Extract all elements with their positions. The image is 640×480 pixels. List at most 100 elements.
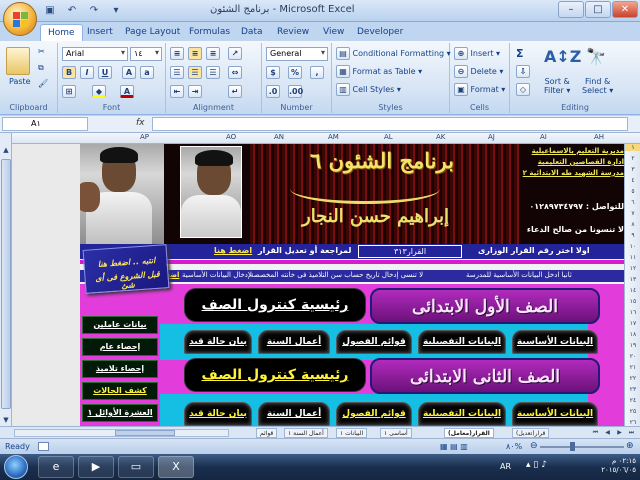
find-select-button[interactable]: Find & Select ▾ bbox=[582, 77, 613, 95]
row-header[interactable]: ٩ bbox=[625, 232, 640, 239]
scroll-down-icon[interactable]: ▼ bbox=[1, 415, 11, 425]
row-header[interactable]: ٦ bbox=[625, 199, 640, 206]
row-header[interactable]: ٢٣ bbox=[625, 386, 640, 393]
row-header[interactable]: ١٣ bbox=[625, 276, 640, 283]
maximize-button[interactable]: □ bbox=[585, 1, 611, 18]
review-decision-link[interactable]: اضغط هنا bbox=[214, 246, 252, 255]
name-box[interactable]: A١ bbox=[2, 117, 88, 131]
align-bottom-icon[interactable]: ≡ bbox=[206, 47, 220, 60]
row-header[interactable]: ١٤ bbox=[625, 287, 640, 294]
excel-taskbar-icon[interactable]: X bbox=[158, 456, 194, 478]
cases-list-button[interactable]: كشف الحالات bbox=[82, 382, 158, 400]
tab-view[interactable]: View bbox=[316, 24, 351, 41]
sort-filter-icon[interactable]: A↕Z bbox=[544, 47, 581, 66]
grade2-detailed-data-button[interactable]: البيانات التفصيلية bbox=[418, 402, 506, 426]
grade1-enrollment-button[interactable]: بيان حالة قيد bbox=[184, 330, 252, 354]
row-header[interactable]: ٥ bbox=[625, 188, 640, 195]
row-header[interactable]: ١٠ bbox=[625, 243, 640, 250]
increase-decimal-icon[interactable]: .0 bbox=[266, 85, 280, 98]
sheet-tab[interactable]: قوائم bbox=[256, 428, 278, 438]
sheet-tab[interactable]: قرار(تعديل) bbox=[512, 428, 550, 438]
underline-button[interactable]: U bbox=[98, 66, 112, 79]
top-ten-button[interactable]: العشرة الأوائل ١ bbox=[82, 404, 158, 422]
column-header[interactable]: AM bbox=[328, 133, 339, 141]
align-center-icon[interactable]: ☰ bbox=[188, 66, 202, 79]
tab-developer[interactable]: Developer bbox=[350, 24, 410, 41]
page-break-view-icon[interactable]: ▥ bbox=[460, 442, 468, 451]
row-header[interactable]: ٢٤ bbox=[625, 397, 640, 404]
column-header[interactable]: AL bbox=[384, 133, 393, 141]
font-size-select[interactable]: ١٤ bbox=[130, 47, 162, 61]
formula-input[interactable] bbox=[152, 117, 628, 131]
column-header[interactable]: AO bbox=[226, 133, 236, 141]
zoom-knob[interactable] bbox=[570, 442, 575, 451]
hscroll-thumb[interactable] bbox=[115, 430, 175, 436]
row-header[interactable]: ٢١ bbox=[625, 364, 640, 371]
column-header[interactable]: AH bbox=[594, 133, 604, 141]
worksheet[interactable]: برنامج الشئون ٦ إبراهيم حسن النجار مديري… bbox=[12, 144, 624, 426]
row-header[interactable]: ٢٠ bbox=[625, 353, 640, 360]
grade2-enrollment-button[interactable]: بيان حالة قيد bbox=[184, 402, 252, 426]
vertical-scrollbar[interactable]: ▲ ▼ bbox=[0, 133, 12, 427]
undo-icon[interactable]: ↶ bbox=[64, 3, 80, 19]
borders-icon[interactable]: ⊞ bbox=[62, 85, 76, 98]
ie-icon[interactable]: e bbox=[38, 456, 74, 478]
first-sheet-icon[interactable]: ⏮ bbox=[590, 428, 601, 438]
decision-select[interactable]: القرار٣١٣ bbox=[358, 245, 462, 258]
zoom-in-icon[interactable]: ⊕ bbox=[626, 441, 634, 451]
row-header[interactable]: ٣ bbox=[625, 166, 640, 173]
merge-center-icon[interactable]: ⇔ bbox=[228, 66, 242, 79]
redo-icon[interactable]: ↷ bbox=[86, 3, 102, 19]
row-header[interactable]: ٤ bbox=[625, 177, 640, 184]
binoculars-icon[interactable]: 🔭 bbox=[586, 47, 606, 66]
grade2-class-lists-button[interactable]: قوائم الفصول bbox=[336, 402, 412, 426]
grade1-detailed-data-button[interactable]: البيانات التفصيلية bbox=[418, 330, 506, 354]
align-middle-icon[interactable]: ≡ bbox=[188, 47, 202, 60]
grade2-basic-data-button[interactable]: البيانات الأساسية bbox=[512, 402, 598, 426]
row-header[interactable]: ٢٦ bbox=[625, 419, 640, 426]
align-top-icon[interactable]: ≡ bbox=[170, 47, 184, 60]
cut-icon[interactable]: ✂ bbox=[38, 47, 45, 56]
empty-cells[interactable] bbox=[12, 144, 80, 426]
row-header[interactable]: ١٩ bbox=[625, 342, 640, 349]
shrink-font-icon[interactable]: a bbox=[140, 66, 154, 79]
grade1-basic-data-button[interactable]: البيانات الأساسية bbox=[512, 330, 598, 354]
row-header[interactable]: ٨ bbox=[625, 221, 640, 228]
last-sheet-icon[interactable]: ⏭ bbox=[626, 428, 637, 438]
scroll-thumb[interactable] bbox=[1, 159, 11, 409]
zoom-out-icon[interactable]: ⊖ bbox=[530, 441, 538, 451]
italic-button[interactable]: I bbox=[80, 66, 94, 79]
sheet-tab-active[interactable]: القرار(معامل) bbox=[444, 428, 494, 438]
delete-button[interactable]: Delete bbox=[471, 67, 497, 76]
conditional-formatting-button[interactable]: Conditional Formatting bbox=[353, 49, 445, 58]
zoom-slider[interactable] bbox=[540, 442, 624, 451]
row-header[interactable]: ١١ bbox=[625, 254, 640, 261]
paste-button[interactable]: Paste bbox=[9, 77, 31, 86]
customize-qat-icon[interactable]: ▾ bbox=[108, 3, 124, 19]
sheet-tab[interactable]: البيانات ١ bbox=[336, 428, 368, 438]
orientation-icon[interactable]: ↗ bbox=[228, 47, 242, 60]
align-right-icon[interactable]: ☰ bbox=[206, 66, 220, 79]
comma-style-icon[interactable]: , bbox=[310, 66, 324, 79]
row-header[interactable]: ٧ bbox=[625, 210, 640, 217]
row-header[interactable]: ٢٥ bbox=[625, 408, 640, 415]
tab-home[interactable]: Home bbox=[40, 24, 83, 41]
column-header[interactable]: AK bbox=[436, 133, 445, 141]
close-button[interactable]: ✕ bbox=[612, 1, 638, 18]
tab-page-layout[interactable]: Page Layout bbox=[118, 24, 187, 41]
tab-formulas[interactable]: Formulas bbox=[182, 24, 237, 41]
decrease-indent-icon[interactable]: ⇤ bbox=[170, 85, 184, 98]
warning-note[interactable]: انتبه .. اضغط هنا قبل الشروع فى أى شئ bbox=[82, 244, 170, 294]
prev-sheet-icon[interactable]: ◀ bbox=[602, 428, 613, 438]
row-header[interactable]: ١٦ bbox=[625, 309, 640, 316]
horizontal-scrollbar[interactable] bbox=[14, 429, 229, 437]
insert-button[interactable]: Insert bbox=[471, 49, 494, 58]
number-format-select[interactable]: General bbox=[266, 47, 328, 61]
row-header[interactable]: ١ bbox=[625, 144, 640, 151]
media-player-icon[interactable]: ▶ bbox=[78, 456, 114, 478]
next-sheet-icon[interactable]: ▶ bbox=[614, 428, 625, 438]
bold-button[interactable]: B bbox=[62, 66, 76, 79]
tab-review[interactable]: Review bbox=[270, 24, 316, 41]
font-name-select[interactable]: Arial bbox=[62, 47, 128, 61]
grow-font-icon[interactable]: A bbox=[122, 66, 136, 79]
